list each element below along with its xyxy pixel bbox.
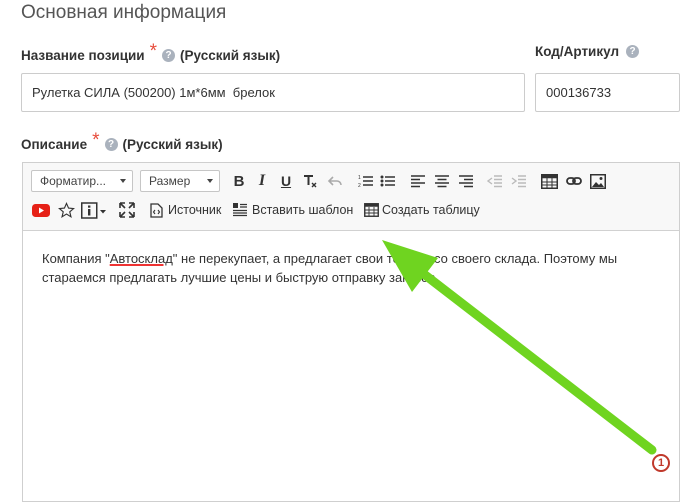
annotation-arrow: [382, 240, 657, 455]
annotation-number-badge: 1: [652, 454, 670, 472]
